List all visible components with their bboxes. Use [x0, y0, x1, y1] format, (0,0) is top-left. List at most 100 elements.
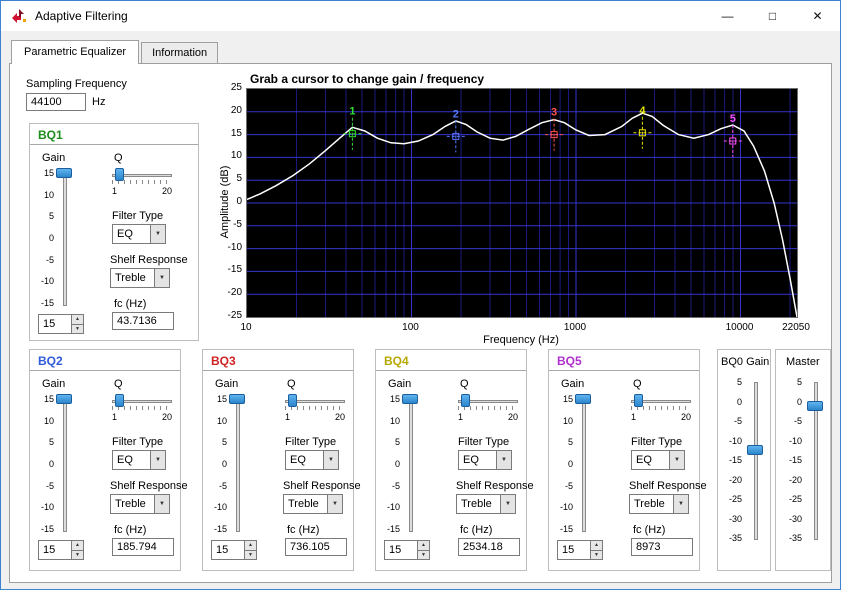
bq-panel-title: BQ1 — [38, 128, 63, 142]
shelf-response-dropdown[interactable]: Treble ▼ — [283, 494, 343, 514]
gain-slider-track[interactable] — [236, 396, 240, 532]
gain-slider-thumb[interactable] — [229, 394, 245, 404]
filter-type-dropdown[interactable]: EQ ▼ — [112, 450, 166, 470]
q-slider-thumb[interactable] — [287, 394, 297, 407]
gain-spinbox-value[interactable]: 15 — [385, 541, 417, 559]
spin-up-icon[interactable]: ▲ — [72, 541, 83, 551]
slider-tick-label: 5 — [567, 437, 573, 448]
fc-label: fc (Hz) — [114, 524, 147, 536]
spin-down-icon[interactable]: ▼ — [418, 550, 429, 559]
y-axis-tick-label: -25 — [227, 310, 242, 321]
bq2-panel: BQ2 Gain Q 15 10 5 0 -5 -10 -15 15 ▲ ▼ 1 20 Fil… — [29, 349, 188, 571]
gain-spinbox[interactable]: 15 ▲ ▼ — [211, 540, 257, 560]
q-label: Q — [633, 378, 642, 390]
chevron-down-icon[interactable]: ▼ — [669, 451, 684, 469]
fc-field[interactable]: 43.7136 — [112, 312, 174, 330]
gain-slider-thumb[interactable] — [575, 394, 591, 404]
slider-tick-label: 15 — [562, 394, 573, 404]
fc-field[interactable]: 736.105 — [285, 538, 347, 556]
spin-down-icon[interactable]: ▼ — [245, 550, 256, 559]
chevron-down-icon[interactable]: ▼ — [154, 269, 169, 287]
tab-information[interactable]: Information — [141, 42, 219, 64]
spin-down-icon[interactable]: ▼ — [72, 324, 83, 333]
filter-type-dropdown[interactable]: EQ ▼ — [112, 224, 166, 244]
spin-down-icon[interactable]: ▼ — [591, 550, 602, 559]
chevron-down-icon[interactable]: ▼ — [673, 495, 688, 513]
chevron-down-icon[interactable]: ▼ — [496, 451, 511, 469]
q-slider-thumb[interactable] — [114, 168, 124, 181]
y-axis-tick-label: 20 — [230, 104, 242, 116]
spin-up-icon[interactable]: ▲ — [72, 315, 83, 325]
master-thumb[interactable] — [807, 400, 823, 411]
y-axis-tick-label: 25 — [230, 82, 242, 93]
gain-slider-thumb[interactable] — [56, 168, 72, 178]
tab-parametric-equalizer[interactable]: Parametric Equalizer — [11, 40, 140, 64]
fc-field[interactable]: 185.794 — [112, 538, 174, 556]
gain-slider-track[interactable] — [63, 396, 67, 532]
sampling-frequency-field[interactable]: 44100 — [26, 93, 86, 111]
gain-spinbox[interactable]: 15 ▲ ▼ — [38, 540, 84, 560]
chevron-down-icon[interactable]: ▼ — [154, 495, 169, 513]
graph-title: Grab a cursor to change gain / frequency — [250, 72, 485, 86]
gain-label: Gain — [215, 378, 239, 390]
shelf-response-label: Shelf Response — [629, 480, 707, 492]
filter-type-dropdown[interactable]: EQ ▼ — [458, 450, 512, 470]
slider-tick-label: 0 — [48, 232, 54, 243]
cursor-2[interactable]: 2 — [446, 108, 465, 153]
q-min-label: 1 — [112, 186, 118, 196]
slider-tick-label: 10 — [562, 415, 573, 426]
minimize-button[interactable]: — — [705, 1, 750, 31]
gain-slider-track[interactable] — [409, 396, 413, 532]
spin-down-icon[interactable]: ▼ — [72, 550, 83, 559]
app-window: Adaptive Filtering — □ ✕ Parametric Equa… — [0, 0, 841, 590]
chevron-down-icon[interactable]: ▼ — [500, 495, 515, 513]
gain-slider-thumb[interactable] — [402, 394, 418, 404]
q-label: Q — [460, 378, 469, 390]
bq0-gain-track[interactable] — [754, 382, 758, 540]
chevron-down-icon[interactable]: ▼ — [323, 451, 338, 469]
shelf-response-dropdown[interactable]: Treble ▼ — [110, 268, 170, 288]
close-button[interactable]: ✕ — [795, 1, 840, 31]
gain-spinbox-value[interactable]: 15 — [212, 541, 244, 559]
spin-up-icon[interactable]: ▲ — [591, 541, 602, 551]
q-slider-thumb[interactable] — [633, 394, 643, 407]
slider-tick-label: 10 — [389, 415, 400, 426]
gain-spinbox-value[interactable]: 15 — [39, 315, 71, 333]
slider-tick-label: -10 — [40, 276, 54, 287]
svg-text:5: 5 — [730, 113, 736, 125]
gain-spinbox-value[interactable]: 15 — [558, 541, 590, 559]
plot-area[interactable]: 1 2 3 4 5 — [246, 88, 798, 318]
gain-spinbox[interactable]: 15 ▲ ▼ — [557, 540, 603, 560]
shelf-response-label: Shelf Response — [283, 480, 361, 492]
spin-up-icon[interactable]: ▲ — [245, 541, 256, 551]
shelf-response-dropdown[interactable]: Treble ▼ — [629, 494, 689, 514]
bq0-gain-thumb[interactable] — [747, 444, 763, 455]
fc-field[interactable]: 2534.18 — [458, 538, 520, 556]
slider-tick-label: -15 — [728, 455, 742, 465]
gain-spinbox[interactable]: 15 ▲ ▼ — [384, 540, 430, 560]
bq-panel-header: BQ3 — [203, 350, 353, 371]
maximize-button[interactable]: □ — [750, 1, 795, 31]
filter-type-dropdown[interactable]: EQ ▼ — [285, 450, 339, 470]
q-slider-thumb[interactable] — [460, 394, 470, 407]
filter-type-dropdown[interactable]: EQ ▼ — [631, 450, 685, 470]
slider-tick-label: -20 — [728, 474, 742, 485]
shelf-response-dropdown[interactable]: Treble ▼ — [110, 494, 170, 514]
x-axis-tick-label: 10 — [240, 322, 252, 333]
spin-up-icon[interactable]: ▲ — [418, 541, 429, 551]
gain-slider-track[interactable] — [582, 396, 586, 532]
gain-slider-thumb[interactable] — [56, 394, 72, 404]
slider-tick-label: 0 — [394, 458, 400, 469]
chevron-down-icon[interactable]: ▼ — [150, 225, 165, 243]
eq-plot-svg[interactable]: 1 2 3 4 5 — [246, 89, 798, 318]
fc-field[interactable]: 8973 — [631, 538, 693, 556]
filter-type-value: EQ — [117, 228, 133, 240]
gain-slider-track[interactable] — [63, 170, 67, 306]
gain-spinbox[interactable]: 15 ▲ ▼ — [38, 314, 84, 334]
q-slider-thumb[interactable] — [114, 394, 124, 407]
shelf-response-dropdown[interactable]: Treble ▼ — [456, 494, 516, 514]
bq-panel-title: BQ4 — [384, 354, 409, 368]
gain-spinbox-value[interactable]: 15 — [39, 541, 71, 559]
chevron-down-icon[interactable]: ▼ — [150, 451, 165, 469]
chevron-down-icon[interactable]: ▼ — [327, 495, 342, 513]
